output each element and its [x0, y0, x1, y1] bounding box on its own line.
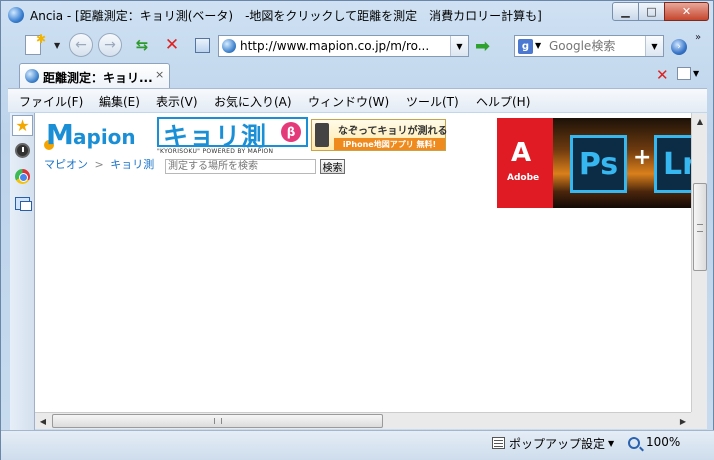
kyorisoku-tagline: "KYORISOKU" POWERED BY MAPION — [157, 148, 274, 155]
adobe-logo: A Adobe — [497, 118, 553, 208]
back-button[interactable]: ← — [69, 33, 93, 57]
close-all-tabs-icon[interactable]: ✕ — [656, 66, 669, 84]
search-go-icon[interactable]: › — [671, 39, 687, 55]
new-page-star-icon: ✱ — [36, 32, 47, 46]
address-dropdown-icon[interactable]: ▼ — [450, 36, 468, 56]
stop-icon[interactable]: ✕ — [160, 33, 184, 57]
scrollbar-corner — [691, 412, 707, 429]
google-icon[interactable]: g — [518, 39, 533, 54]
navigation-bar: ✱ ▼ ← → ⇆ ✕ http://www.mapion.co.jp/m/ro… — [1, 32, 714, 60]
breadcrumb-separator: > — [94, 158, 104, 171]
breadcrumb: マピオン > キョリ測 — [44, 156, 154, 172]
home-icon[interactable] — [190, 33, 214, 57]
search-box[interactable]: g ▼ ▼ — [514, 35, 664, 57]
favorites-star-icon: ★ — [15, 116, 30, 135]
forward-button[interactable]: → — [98, 33, 122, 57]
search-input[interactable] — [549, 38, 645, 54]
tab-bar: 距離測定：キョリ... × ✕ ▼ — [1, 61, 714, 88]
scroll-left-icon[interactable]: ◀ — [35, 413, 51, 430]
kyorisoku-logo[interactable]: キョリ測 β "KYORISOKU" POWERED BY MAPION — [157, 117, 308, 155]
forward-arrow-icon: → — [98, 33, 122, 57]
reload-icon[interactable]: ⇆ — [130, 33, 154, 57]
go-arrow-icon[interactable]: ➡ — [471, 35, 494, 57]
tab-globe-icon — [25, 69, 39, 83]
menu-bar: ファイル(F) 編集(E) 表示(V) お気に入り(A) ウィンドウ(W) ツー… — [8, 88, 707, 112]
site-globe-icon — [222, 39, 236, 53]
zoom-level[interactable]: 100% — [646, 435, 680, 449]
sidebar-windows[interactable] — [12, 193, 33, 214]
zoom-magnifier-icon[interactable] — [628, 437, 640, 449]
photoshop-icon: Ps — [570, 135, 627, 193]
mapion-logo-text: apion — [73, 125, 136, 149]
menu-help[interactable]: ヘルプ(H) — [476, 93, 530, 110]
tab-label: 距離測定：キョリ... — [43, 71, 153, 85]
adobe-a-icon: A — [511, 138, 532, 168]
tab-list-dropdown-icon[interactable]: ▼ — [693, 69, 699, 78]
tab-kyori[interactable]: 距離測定：キョリ... × — [19, 63, 170, 88]
windows-list-icon — [15, 197, 32, 211]
search-dropdown-icon[interactable]: ▼ — [645, 36, 663, 56]
back-arrow-icon: ← — [69, 33, 93, 57]
window-controls: ▁ □ ✕ — [612, 2, 709, 21]
maximize-button[interactable]: □ — [638, 2, 665, 21]
title-bar: Ancia - [距離測定：キョリ測(ベータ) -地図をクリックして距離を測定 … — [1, 1, 714, 29]
mapion-logo[interactable]: M apion — [44, 118, 148, 152]
address-text[interactable]: http://www.mapion.co.jp/m/ro... — [240, 39, 429, 53]
menu-view[interactable]: 表示(V) — [156, 93, 198, 110]
banner-subline: iPhone地図アプリ 無料! — [334, 138, 445, 150]
status-bar: ポップアップ設定 ▼ 100% — [1, 430, 714, 460]
menu-window[interactable]: ウィンドウ(W) — [308, 93, 389, 110]
banner-headline: なぞってキョリが測れる — [338, 126, 448, 137]
horizontal-scroll-thumb[interactable] — [52, 414, 383, 428]
kyorisoku-logo-box: キョリ測 β — [157, 117, 308, 151]
popup-settings-dropdown-icon[interactable]: ▼ — [608, 439, 614, 448]
mapion-logo-m: M — [46, 118, 74, 151]
ad-plus-sign: + — [633, 145, 652, 170]
tab-list-icon[interactable] — [677, 67, 691, 80]
browser-window: Ancia - [距離測定：キョリ測(ベータ) -地図をクリックして距離を測定 … — [0, 0, 714, 460]
sidebar-favorites[interactable]: ★ — [12, 115, 33, 136]
sidebar-history[interactable] — [12, 140, 33, 161]
window-title: Ancia - [距離測定：キョリ測(ベータ) -地図をクリックして距離を測定 … — [30, 9, 542, 23]
close-button[interactable]: ✕ — [664, 2, 709, 21]
sidebar-chrome[interactable] — [12, 166, 33, 187]
menu-tools[interactable]: ツール(T) — [406, 93, 459, 110]
scroll-right-icon[interactable]: ▶ — [675, 413, 691, 430]
place-search-button[interactable]: 検索 — [320, 159, 345, 174]
vertical-scrollbar[interactable]: ▲ — [691, 113, 707, 412]
menu-file[interactable]: ファイル(F) — [19, 93, 83, 110]
adobe-ad-banner[interactable]: A Adobe Ps + Lr — [497, 118, 691, 208]
new-page-dropdown-icon[interactable]: ▼ — [54, 41, 60, 50]
search-engine-dropdown-icon[interactable]: ▼ — [535, 41, 541, 50]
scroll-up-icon[interactable]: ▲ — [692, 113, 708, 129]
toolbar-overflow-icon[interactable]: » — [695, 32, 701, 43]
iphone-icon — [315, 123, 329, 147]
vertical-scroll-thumb[interactable] — [693, 183, 707, 271]
menu-favorites[interactable]: お気に入り(A) — [214, 93, 292, 110]
iphone-app-banner[interactable]: なぞってキョリが測れる iPhone地図アプリ 無料! — [311, 119, 448, 151]
sidebar: ★ — [10, 113, 35, 430]
lightroom-icon: Lr — [654, 135, 691, 193]
minimize-button[interactable]: ▁ — [612, 2, 639, 21]
address-bar[interactable]: http://www.mapion.co.jp/m/ro... ▼ — [218, 35, 469, 57]
adobe-label: Adobe — [507, 173, 540, 183]
beta-badge: β — [281, 122, 301, 142]
menu-edit[interactable]: 編集(E) — [99, 93, 140, 110]
app-globe-icon — [8, 7, 24, 23]
breadcrumb-mapion[interactable]: マピオン — [44, 158, 88, 171]
page-content: M apion マピオン > キョリ測 キョリ測 β "KYORISOKU" P… — [35, 113, 691, 412]
popup-settings-label[interactable]: ポップアップ設定 — [509, 435, 605, 452]
tab-close-icon[interactable]: × — [155, 68, 164, 81]
horizontal-scrollbar[interactable]: ◀ ▶ — [35, 412, 691, 429]
page-thumbnail-icon — [194, 37, 210, 53]
breadcrumb-kyori[interactable]: キョリ測 — [110, 158, 154, 171]
history-clock-icon — [15, 143, 30, 158]
popup-blocker-icon[interactable] — [492, 437, 505, 449]
place-search-input[interactable] — [165, 159, 316, 174]
chrome-icon — [15, 169, 30, 184]
